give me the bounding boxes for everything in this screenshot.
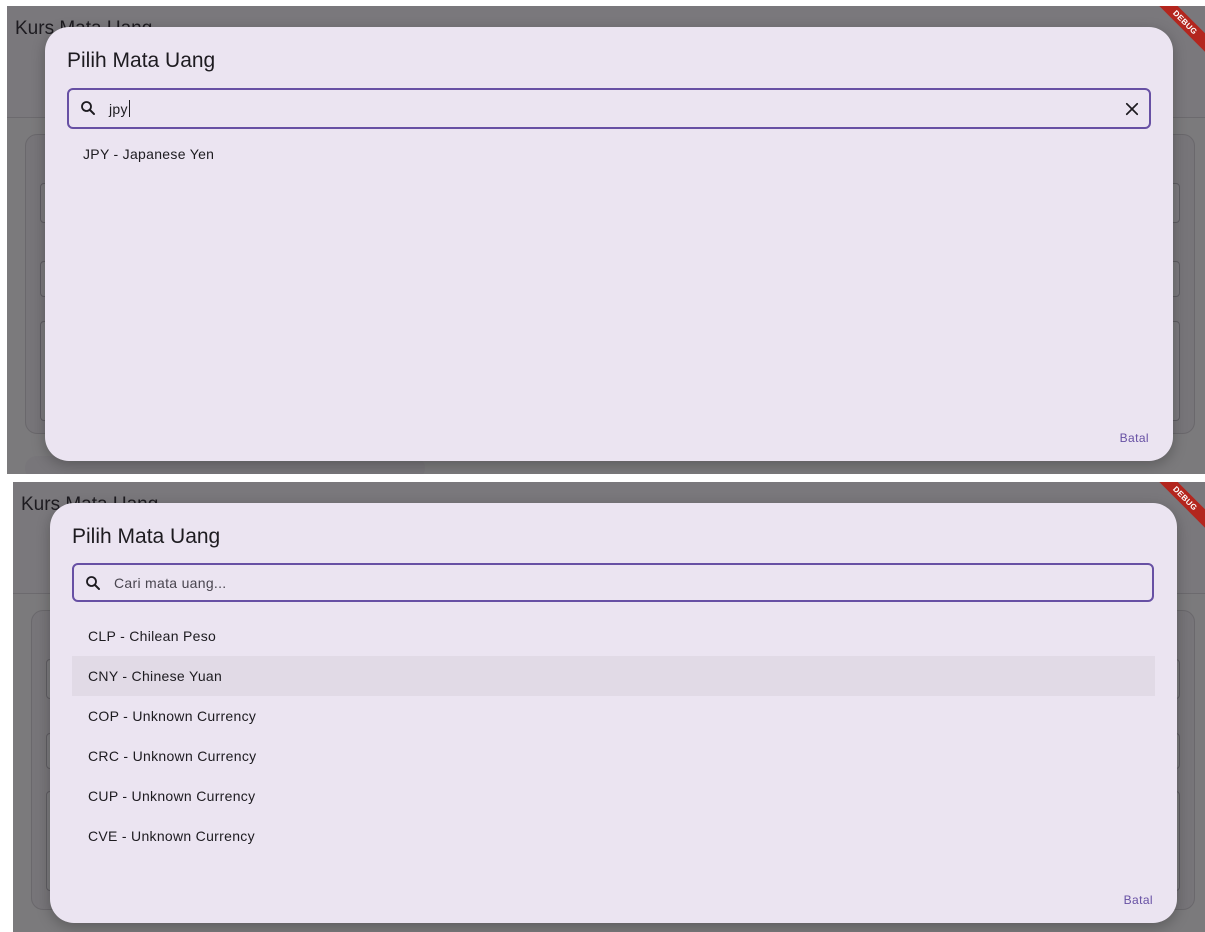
text-caret <box>128 100 130 117</box>
search-icon <box>86 576 100 590</box>
dialog-title: Pilih Mata Uang <box>67 49 216 72</box>
currency-list-item[interactable]: CRC - Unknown Currency <box>72 736 1155 776</box>
search-input[interactable]: jpy <box>67 88 1151 129</box>
currency-list-item[interactable]: CLP - Chilean Peso <box>72 616 1155 656</box>
currency-list: JPY - Japanese Yen <box>67 134 1151 174</box>
search-input-value: jpy <box>109 100 130 117</box>
currency-list-item[interactable]: CVE - Unknown Currency <box>72 816 1155 856</box>
search-input-placeholder: Cari mata uang... <box>114 575 227 591</box>
currency-list-item[interactable]: COP - Unknown Currency <box>72 696 1155 736</box>
currency-list-item[interactable]: CUP - Unknown Currency <box>72 776 1155 816</box>
search-icon <box>81 101 95 115</box>
close-icon[interactable] <box>1123 100 1141 118</box>
currency-picker-dialog: Pilih Mata Uang Cari mata uang... CLP - … <box>50 503 1177 923</box>
screen-search-empty: Kurs Mata Uang DEBUG Pilih Mata Uang Car… <box>13 482 1205 932</box>
currency-list: CLP - Chilean Peso CNY - Chinese Yuan CO… <box>72 616 1155 856</box>
screen-search-active: Kurs Mata Uang DEBUG Pilih Mata Uang jpy… <box>7 6 1205 474</box>
currency-list-item[interactable]: JPY - Japanese Yen <box>67 134 1151 174</box>
dialog-title: Pilih Mata Uang <box>72 525 221 548</box>
search-input[interactable]: Cari mata uang... <box>72 563 1154 602</box>
currency-list-item[interactable]: CNY - Chinese Yuan <box>72 656 1155 696</box>
cancel-button[interactable]: Batal <box>1124 893 1153 907</box>
currency-picker-dialog: Pilih Mata Uang jpy JPY - Japanese Yen B… <box>45 27 1173 461</box>
cancel-button[interactable]: Batal <box>1120 431 1149 445</box>
